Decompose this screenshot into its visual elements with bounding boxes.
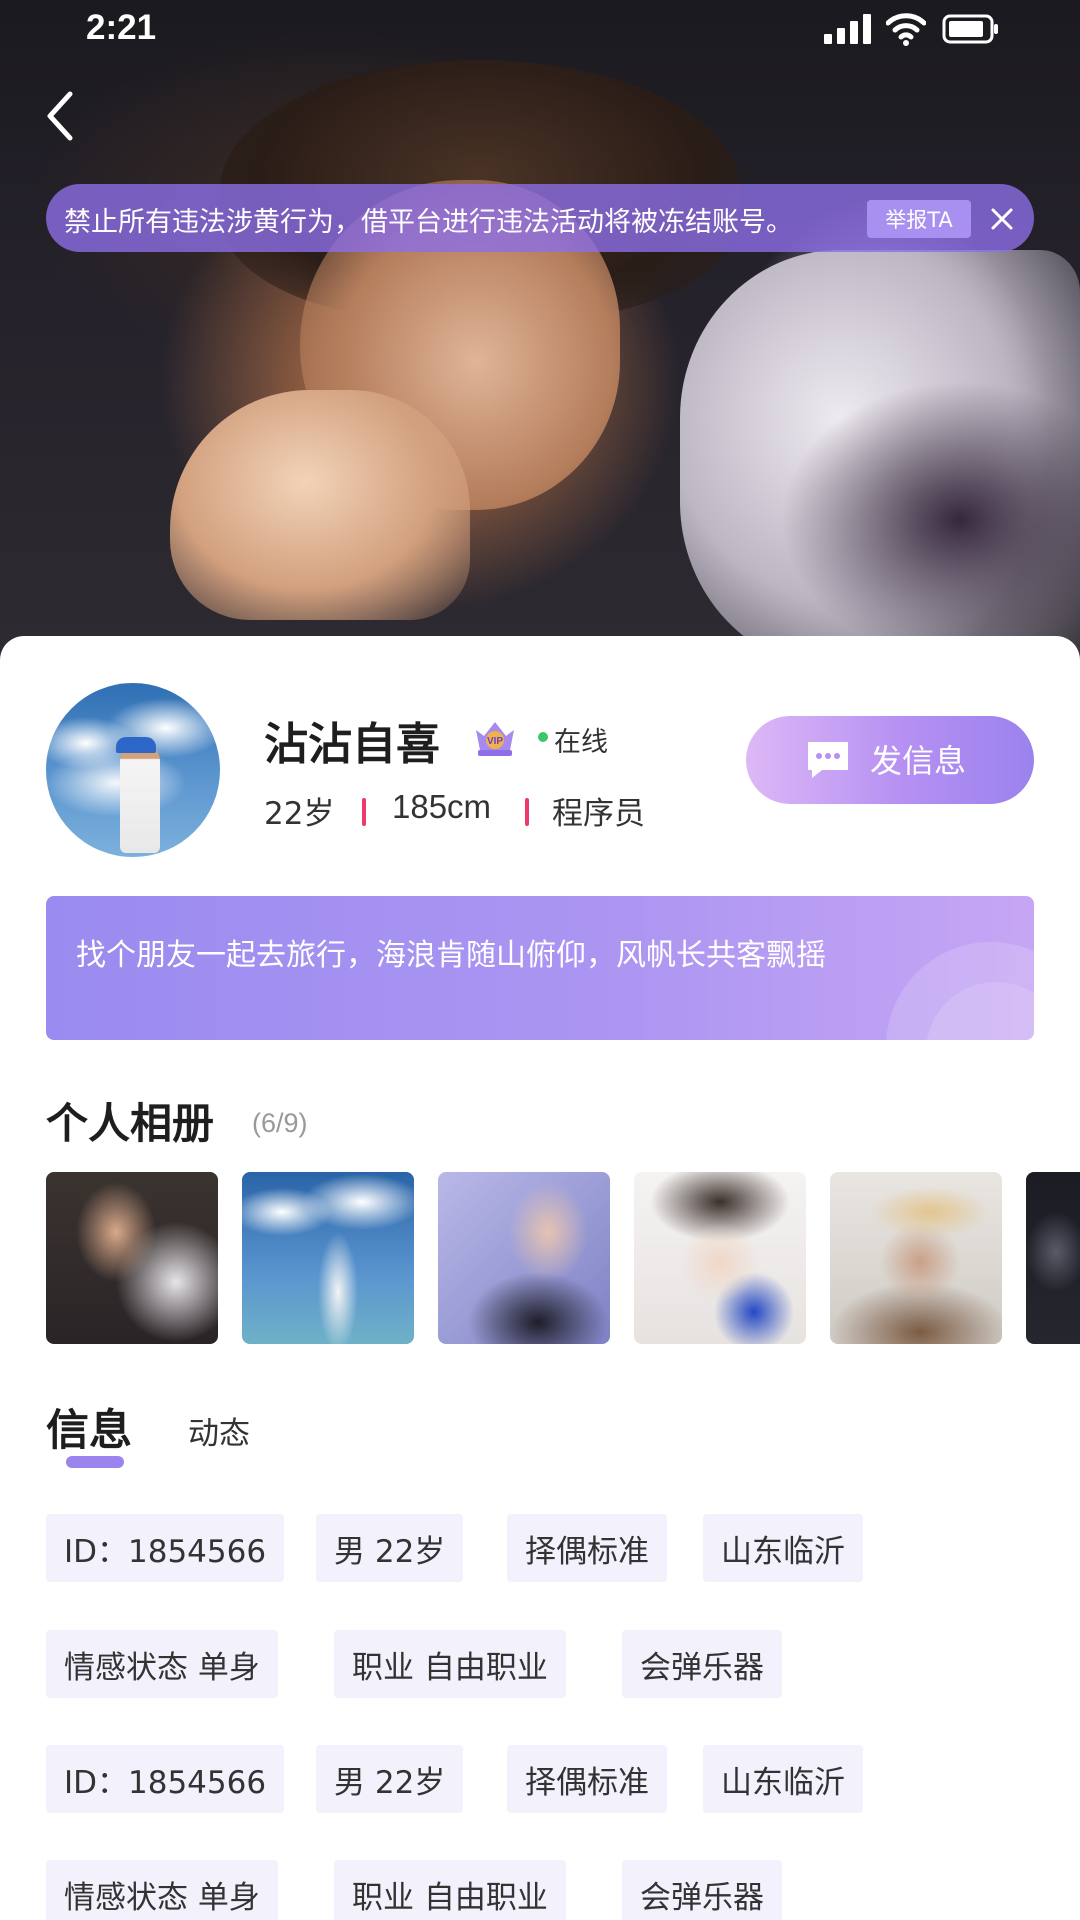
- album-photo[interactable]: [830, 1172, 1002, 1344]
- album-count: (6/9): [252, 1108, 308, 1138]
- battery-icon: [942, 14, 998, 44]
- back-arrow-icon[interactable]: [40, 88, 84, 144]
- info-separator: [525, 798, 529, 826]
- tag-occupation: 职业 自由职业: [334, 1860, 566, 1920]
- tab-info[interactable]: 信息: [46, 1396, 132, 1458]
- avatar-cap: [116, 737, 156, 753]
- signal-icon: [824, 14, 871, 44]
- tag-instrument: 会弹乐器: [622, 1630, 782, 1698]
- album-photo[interactable]: [1026, 1172, 1080, 1344]
- album-title: 个人相册: [46, 1099, 215, 1148]
- report-button[interactable]: 举报TA: [867, 200, 971, 238]
- online-indicator: [538, 732, 548, 742]
- avatar[interactable]: [46, 683, 220, 857]
- online-label: 在线: [554, 727, 608, 758]
- send-message-button[interactable]: 发信息: [746, 716, 1034, 804]
- bio-box: 找个朋友一起去旅行，海浪肯随山俯仰，风帆长共客飘摇: [46, 896, 1034, 1040]
- tag-gender-age: 男 22岁: [316, 1745, 464, 1813]
- send-message-label: 发信息: [870, 742, 967, 780]
- tag-partner-standard: 择偶标准: [507, 1745, 667, 1813]
- tag-instrument: 会弹乐器: [622, 1860, 782, 1920]
- status-time: 2:21: [86, 8, 157, 47]
- cover-hand: [170, 390, 470, 620]
- status-bar: 2:21: [0, 0, 1080, 58]
- cover-shadow: [780, 380, 1080, 660]
- cover-photo: [0, 0, 1080, 660]
- tag-occupation: 职业 自由职业: [334, 1630, 566, 1698]
- album-photo[interactable]: [242, 1172, 414, 1344]
- tag-id: ID：1854566: [46, 1514, 285, 1582]
- svg-text:VIP: VIP: [487, 736, 503, 747]
- tag-location: 山东临沂: [703, 1745, 863, 1813]
- tab-moments[interactable]: 动态: [188, 1408, 250, 1453]
- wifi-icon: [886, 13, 926, 46]
- bio-text: 找个朋友一起去旅行，海浪肯随山俯仰，风帆长共客飘摇: [76, 938, 826, 973]
- album-photo[interactable]: [438, 1172, 610, 1344]
- close-icon[interactable]: [989, 206, 1015, 232]
- user-height: 185cm: [392, 788, 492, 825]
- album-photo[interactable]: [46, 1172, 218, 1344]
- tab-active-indicator: [66, 1456, 124, 1468]
- vip-badge-icon: VIP: [476, 722, 514, 756]
- tag-relationship: 情感状态 单身: [46, 1860, 278, 1920]
- user-name: 沾沾自喜: [264, 719, 440, 770]
- warning-text: 禁止所有违法涉黄行为，借平台进行违法活动将被冻结账号。: [64, 207, 793, 238]
- tag-id: ID：1854566: [46, 1745, 285, 1813]
- album-strip[interactable]: [46, 1172, 1080, 1344]
- tag-location: 山东临沂: [703, 1514, 863, 1582]
- user-age: 22岁: [264, 796, 335, 832]
- user-job: 程序员: [552, 796, 645, 832]
- info-separator: [362, 798, 366, 826]
- warning-banner: 禁止所有违法涉黄行为，借平台进行违法活动将被冻结账号。 举报TA: [46, 184, 1034, 252]
- album-photo[interactable]: [634, 1172, 806, 1344]
- chat-bubble-icon: [808, 742, 848, 778]
- tag-partner-standard: 择偶标准: [507, 1514, 667, 1582]
- tag-gender-age: 男 22岁: [316, 1514, 464, 1582]
- avatar-figure: [120, 743, 160, 853]
- tag-relationship: 情感状态 单身: [46, 1630, 278, 1698]
